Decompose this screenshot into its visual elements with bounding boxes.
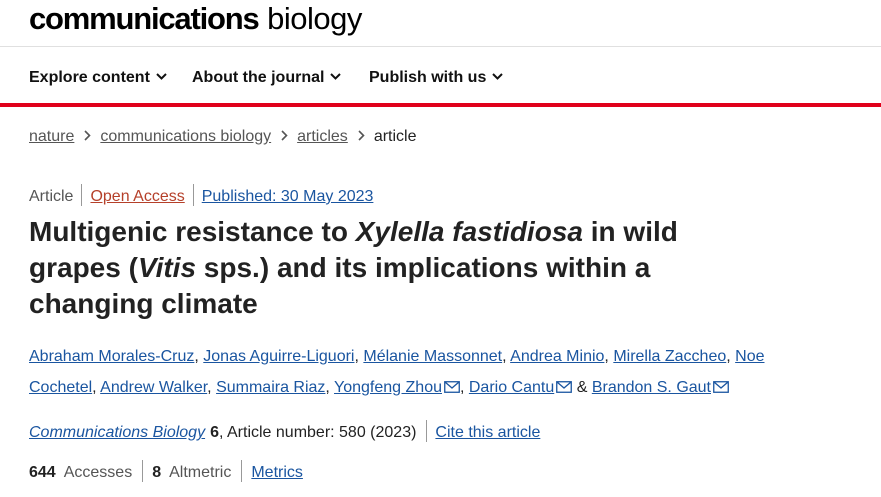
breadcrumb-current: article <box>373 128 417 145</box>
author-link[interactable]: Andrew Walker <box>100 379 207 396</box>
nav-explore-content[interactable]: Explore content <box>29 67 167 87</box>
nav-label: About the journal <box>192 69 325 86</box>
metrics-link[interactable]: Metrics <box>251 464 303 481</box>
author-separator: , <box>325 379 335 396</box>
altmetric-score: 8 <box>152 464 162 481</box>
chevron-right-icon <box>358 128 365 144</box>
accesses-label: Accesses <box>63 464 133 481</box>
nav-label: Explore content <box>29 69 150 86</box>
journal-logo[interactable]: communications biology <box>29 2 362 36</box>
article-title: Multigenic resistance to Xylella fastidi… <box>29 214 729 322</box>
divider <box>426 420 428 442</box>
divider <box>142 460 144 482</box>
author-list: Abraham Morales-Cruz, Jonas Aguirre-Ligu… <box>29 341 769 404</box>
nav-about-journal[interactable]: About the journal <box>192 67 342 87</box>
title-species: Xylella fastidiosa <box>355 216 583 247</box>
author-link[interactable]: Jonas Aguirre-Liguori <box>203 348 354 365</box>
breadcrumb-link-articles[interactable]: articles <box>297 128 348 145</box>
author-link[interactable]: Abraham Morales-Cruz <box>29 348 194 365</box>
nav-label: Publish with us <box>369 69 487 86</box>
author-separator: , <box>194 348 204 365</box>
breadcrumb: nature communications biology articles arti… <box>29 128 417 146</box>
author-separator: , <box>92 379 101 396</box>
author-separator: , <box>459 379 469 396</box>
divider <box>81 184 83 206</box>
altmetric-label: Altmetric <box>169 464 232 481</box>
divider <box>192 184 194 206</box>
logo-word-biology: biology <box>267 1 362 36</box>
mail-icon[interactable] <box>444 373 460 404</box>
author-separator: , <box>604 348 614 365</box>
author-separator: & <box>572 379 592 396</box>
metrics-line: 644 Accesses 8 Altmetric Metrics <box>29 460 303 482</box>
author-link[interactable]: Mélanie Massonnet <box>363 348 502 365</box>
cite-this-article-link[interactable]: Cite this article <box>435 424 540 441</box>
open-access-link[interactable]: Open Access <box>90 188 184 205</box>
author-link[interactable]: Summaira Riaz <box>216 379 325 396</box>
journal-link[interactable]: Communications Biology <box>29 424 205 441</box>
article-meta: Article Open Access Published: 30 May 2023 <box>29 184 373 206</box>
chevron-down-icon <box>156 67 167 85</box>
nav-publish-with-us[interactable]: Publish with us <box>369 67 504 87</box>
title-genus: Vitis <box>137 252 197 283</box>
accesses-count: 644 <box>29 464 56 481</box>
published-date-link[interactable]: Published: 30 May 2023 <box>202 188 374 205</box>
citation-line: Communications Biology 6, Article number:… <box>29 420 540 442</box>
chevron-right-icon <box>84 128 92 144</box>
breadcrumb-link-communications-biology[interactable]: communications biology <box>100 128 271 145</box>
breadcrumb-link-nature[interactable]: nature <box>29 128 74 145</box>
author-separator: , <box>726 348 736 365</box>
author-link[interactable]: Mirella Zaccheo <box>613 348 726 365</box>
article-type: Article <box>29 188 74 205</box>
article-number: , Article number: 580 (2023) <box>218 424 417 441</box>
author-link[interactable]: Brandon S. Gaut <box>592 379 711 396</box>
author-link[interactable]: Dario Cantu <box>469 379 554 396</box>
author-separator: , <box>207 379 217 396</box>
mail-icon[interactable] <box>556 373 573 404</box>
site-header: communications biology <box>0 0 881 47</box>
author-link[interactable]: Yongfeng Zhou <box>334 379 442 396</box>
mail-icon[interactable] <box>713 373 729 404</box>
divider <box>241 460 243 482</box>
chevron-down-icon <box>492 67 504 85</box>
volume-number: 6 <box>210 424 219 441</box>
title-part: Multigenic resistance to <box>29 216 356 247</box>
logo-word-communications: communications <box>29 1 260 36</box>
chevron-down-icon <box>330 67 342 85</box>
author-separator: , <box>502 348 511 365</box>
main-nav: Explore content About the journal Publis… <box>0 47 881 107</box>
author-link[interactable]: Andrea Minio <box>510 348 604 365</box>
chevron-right-icon <box>281 128 288 144</box>
